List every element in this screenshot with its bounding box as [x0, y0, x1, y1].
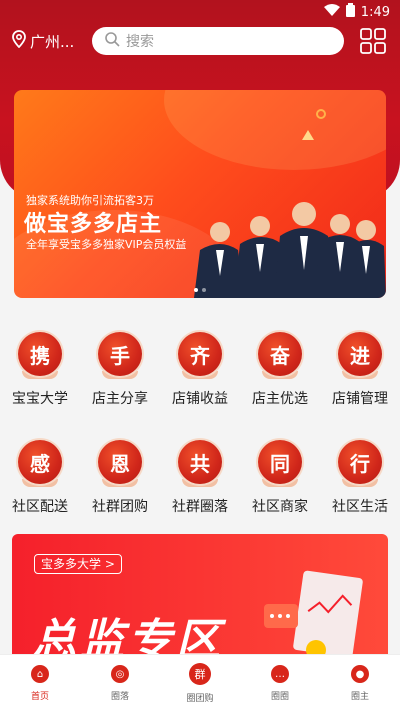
chat-icon: … [271, 665, 289, 683]
grid-item-community-delivery[interactable]: 感 社区配送 [0, 440, 80, 516]
medal-icon: 行 [338, 440, 382, 487]
nav-label: 圈圈 [270, 692, 289, 702]
banner-decoration [164, 90, 386, 170]
grid-item-label: 社区商家 [252, 499, 308, 515]
medal-icon: 进 [338, 332, 382, 379]
grid-item-community-life[interactable]: 行 社区生活 [320, 440, 400, 516]
status-bar: 1:49 [0, 0, 400, 22]
grid-item-label: 宝宝大学 [12, 391, 68, 407]
nav-label: 圈主 [350, 692, 369, 702]
grid-item-store-management[interactable]: 进 店铺管理 [320, 332, 400, 408]
banner-title: 做宝多多店主 [24, 212, 163, 237]
profile-icon: ● [351, 665, 369, 683]
grid-item-label: 店主优选 [252, 391, 308, 407]
apps-grid-icon[interactable] [360, 28, 386, 54]
location-pin-icon [12, 30, 30, 52]
medal-icon: 感 [18, 440, 62, 487]
location-selector[interactable]: 广州... [12, 30, 74, 52]
university-tag[interactable]: 宝多多大学 > [34, 554, 122, 574]
director-zone-banner[interactable]: 宝多多大学 > 总监专区 [12, 534, 388, 664]
group-buy-icon: 群 [189, 663, 211, 685]
grid-item-owner-picks[interactable]: 奋 店主优选 [240, 332, 320, 408]
grid-item-label: 店主分享 [92, 391, 148, 407]
medal-icon: 手 [98, 332, 142, 379]
feature-grid-row-1: 携 宝宝大学 手 店主分享 齐 店铺收益 奋 店主优选 进 店铺管理 [0, 332, 400, 408]
nav-home[interactable]: ⌂ 首页 [0, 655, 80, 710]
wifi-icon [323, 4, 340, 20]
status-time: 1:49 [360, 4, 390, 20]
home-icon: ⌂ [31, 665, 49, 683]
pagination-dot [194, 288, 198, 292]
grid-item-label: 社群圈落 [172, 499, 228, 515]
banner-triangle-decoration [302, 130, 314, 140]
pagination-dot [202, 288, 206, 292]
nav-label: 首页 [30, 692, 49, 702]
banner-people-image [194, 202, 386, 298]
grid-item-store-revenue[interactable]: 齐 店铺收益 [160, 332, 240, 408]
top-bar: 广州... 搜索 [0, 26, 400, 58]
medal-icon: 携 [18, 332, 62, 379]
promo-illustration [264, 570, 363, 660]
grid-item-community-merchants[interactable]: 同 社区商家 [240, 440, 320, 516]
nav-chat[interactable]: … 圈圈 [240, 655, 320, 710]
grid-item-label: 店铺管理 [332, 391, 388, 407]
grid-item-label: 社区生活 [332, 499, 388, 515]
search-input[interactable]: 搜索 [92, 27, 344, 55]
nav-circles[interactable]: ◎ 圈落 [80, 655, 160, 710]
nav-label: 圈团购 [186, 694, 214, 704]
banner-ring-decoration [316, 109, 326, 119]
bottom-navigation: ⌂ 首页 ◎ 圈落 群 圈团购 … 圈圈 ● 圈主 [0, 654, 400, 710]
nav-label: 圈落 [110, 692, 129, 702]
grid-item-baobao-university[interactable]: 携 宝宝大学 [0, 332, 80, 408]
circle-icon: ◎ [111, 665, 129, 683]
grid-item-group-buying[interactable]: 恩 社群团购 [80, 440, 160, 516]
feature-grid-row-2: 感 社区配送 恩 社群团购 共 社群圈落 同 社区商家 行 社区生活 [0, 440, 400, 516]
medal-icon: 同 [258, 440, 302, 487]
location-label: 广州... [30, 32, 75, 51]
banner-subtitle-bottom: 全年享受宝多多独家VIP会员权益 [26, 238, 187, 251]
battery-icon [345, 3, 355, 21]
grid-item-label: 店铺收益 [172, 391, 228, 407]
grid-item-label: 社群团购 [92, 499, 148, 515]
search-placeholder: 搜索 [126, 34, 154, 50]
banner-pagination [194, 288, 206, 292]
medal-icon: 共 [178, 440, 222, 487]
grid-item-community-circles[interactable]: 共 社群圈落 [160, 440, 240, 516]
nav-profile[interactable]: ● 圈主 [320, 655, 400, 710]
grid-item-label: 社区配送 [12, 499, 68, 515]
promo-banner[interactable]: 独家系统助你引流拓客3万 做宝多多店主 全年享受宝多多独家VIP会员权益 [14, 90, 386, 298]
medal-icon: 奋 [258, 332, 302, 379]
grid-item-owner-share[interactable]: 手 店主分享 [80, 332, 160, 408]
medal-icon: 齐 [178, 332, 222, 379]
search-icon [104, 31, 126, 51]
nav-group-buy[interactable]: 群 圈团购 [160, 655, 240, 710]
medal-icon: 恩 [98, 440, 142, 487]
